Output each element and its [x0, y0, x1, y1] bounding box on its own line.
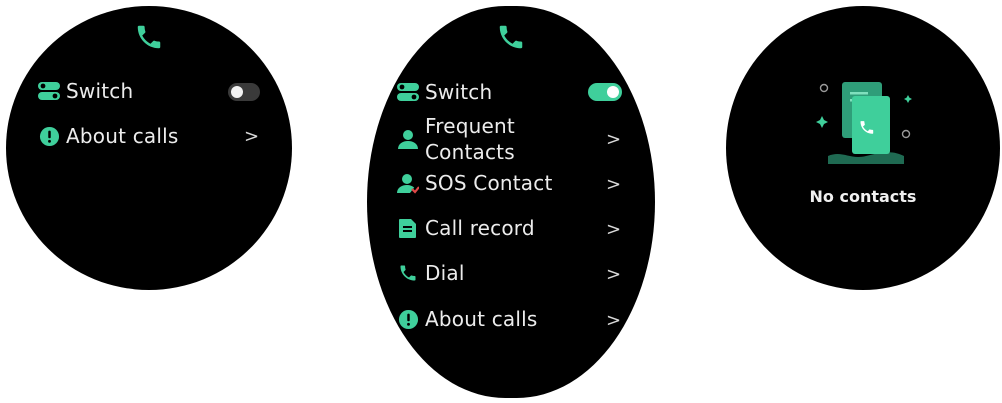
call-record-label: Call record	[425, 216, 535, 240]
info-icon	[397, 308, 419, 330]
chevron-right-icon: >	[606, 264, 622, 285]
no-contacts-text: No contacts	[809, 187, 917, 206]
switch-label: Switch	[66, 79, 134, 103]
sos-contact-label: SOS Contact	[425, 171, 553, 195]
switch-row[interactable]: Switch	[397, 79, 492, 105]
about-calls-row[interactable]: About calls	[397, 306, 537, 332]
switch-icon	[397, 81, 419, 103]
about-calls-label: About calls	[425, 307, 538, 331]
dial-label: Dial	[425, 261, 465, 285]
toggle-knob	[231, 86, 243, 98]
chevron-right-icon: >	[606, 174, 622, 195]
frequent-contacts-label: Frequent Contacts	[425, 114, 515, 164]
calls-toggle-on[interactable]	[588, 83, 622, 101]
sos-person-icon	[397, 172, 419, 194]
chevron-right-icon: >	[606, 129, 622, 150]
info-icon	[38, 125, 60, 147]
toggle-knob	[607, 86, 619, 98]
chevron-right-icon: >	[244, 126, 260, 147]
switch-icon	[38, 80, 60, 102]
calls-toggle-off[interactable]	[228, 83, 260, 101]
frequent-contacts-row[interactable]: Frequent Contacts	[397, 113, 515, 165]
about-calls-label: About calls	[66, 124, 179, 148]
chevron-right-icon: >	[606, 219, 622, 240]
phone-icon	[137, 25, 161, 49]
phone-icon	[499, 25, 523, 49]
person-icon	[397, 128, 419, 150]
dial-phone-icon	[397, 262, 419, 284]
call-record-icon	[397, 217, 419, 239]
watch-screen-no-contacts: No contacts	[726, 6, 1000, 290]
dial-row[interactable]: Dial	[397, 260, 465, 286]
switch-label: Switch	[425, 80, 493, 104]
watch-screen-calls-off: Switch About calls >	[6, 6, 292, 290]
watch-screen-calls-on: Switch Frequent Contacts > SOS Contact >	[367, 6, 655, 398]
chevron-right-icon: >	[606, 310, 622, 331]
sos-contact-row[interactable]: SOS Contact	[397, 170, 553, 196]
contacts-card-icon	[816, 82, 912, 164]
call-record-row[interactable]: Call record	[397, 215, 535, 241]
switch-row[interactable]: Switch	[38, 78, 133, 104]
about-calls-row[interactable]: About calls	[38, 123, 178, 149]
